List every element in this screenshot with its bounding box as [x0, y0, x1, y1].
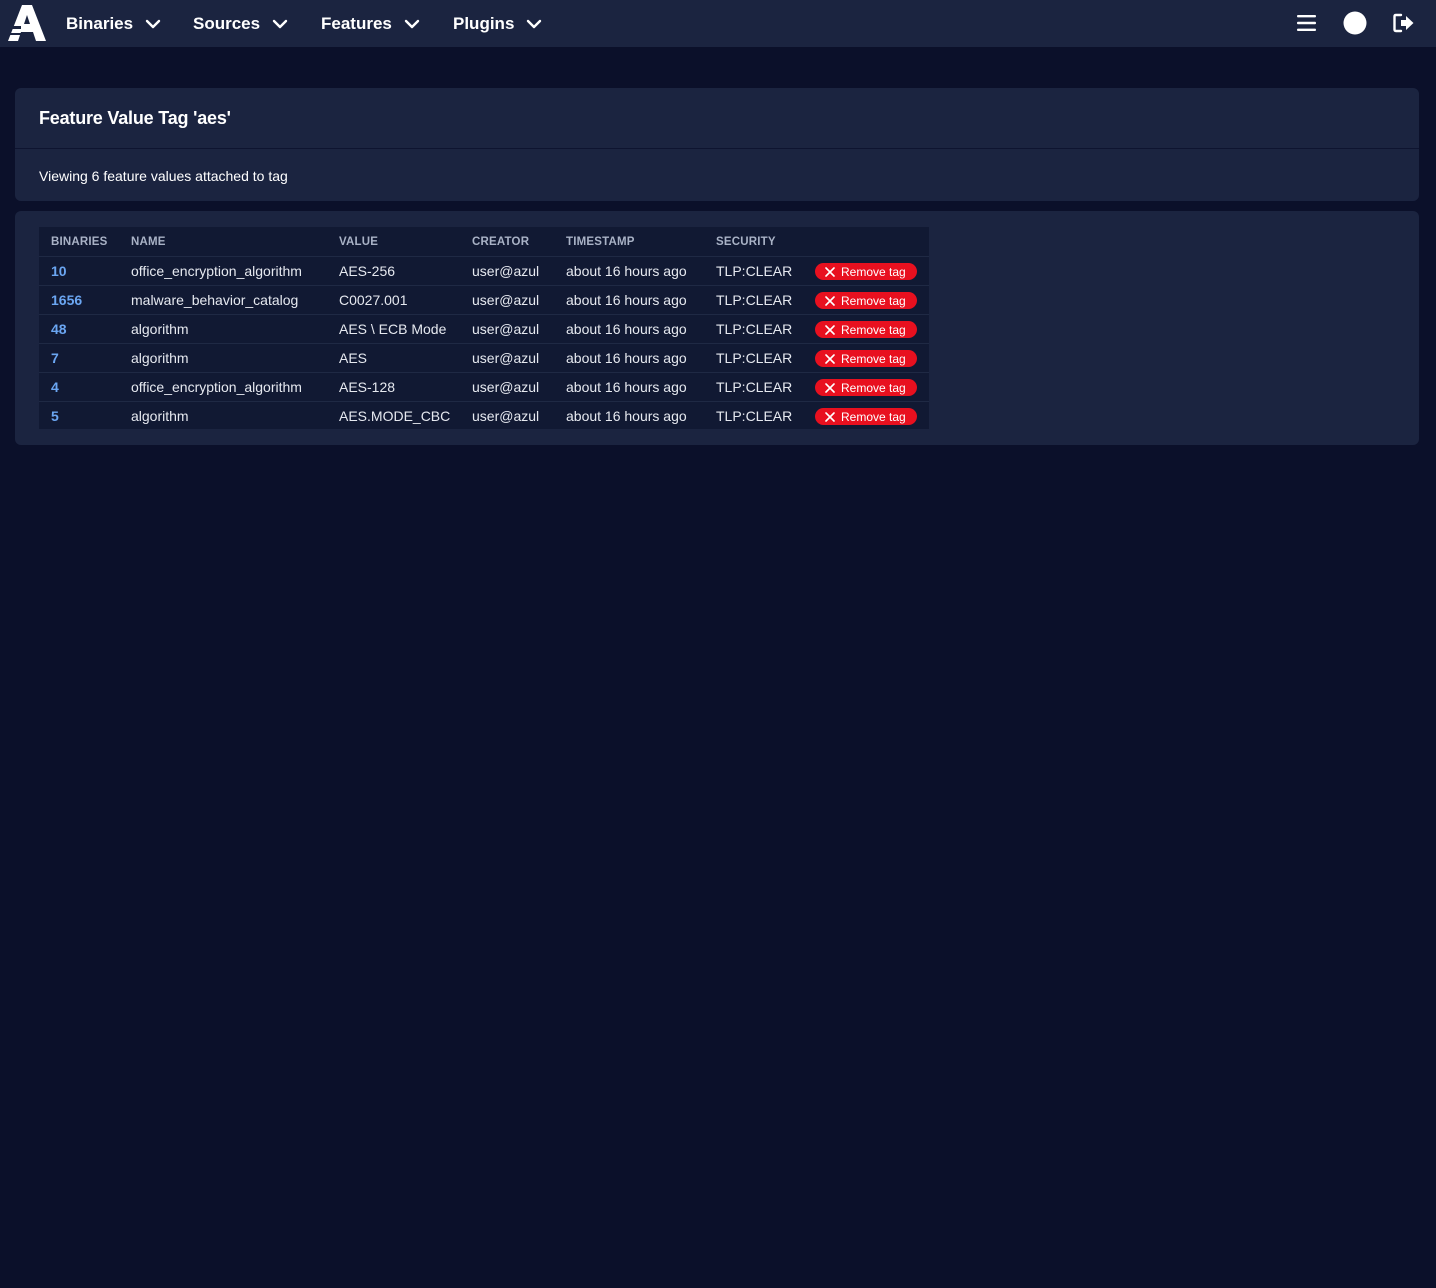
- binaries-count-link[interactable]: 7: [51, 350, 59, 366]
- binaries-count-link[interactable]: 48: [51, 321, 67, 337]
- security-label: TLP:CLEAR: [716, 321, 793, 337]
- header-divider: [15, 148, 1419, 149]
- chevron-down-icon: [404, 19, 420, 28]
- nav-sources[interactable]: Sources: [193, 0, 288, 47]
- feature-value: AES \ ECB Mode: [339, 321, 447, 337]
- feature-value: AES-128: [339, 379, 396, 395]
- timestamp: about 16 hours ago: [566, 379, 687, 395]
- page-title: Feature Value Tag 'aes': [39, 108, 231, 128]
- feature-values-card: BINARIES NAME VALUE CREATOR TIMESTAMP SE…: [15, 211, 1419, 445]
- close-icon: [825, 382, 835, 393]
- tag-header-card: Feature Value Tag 'aes' Viewing 6 featur…: [15, 88, 1419, 201]
- remove-tag-button[interactable]: Remove tag: [815, 292, 917, 309]
- security-label: TLP:CLEAR: [716, 379, 793, 395]
- nav-plugins-label: Plugins: [453, 13, 515, 33]
- remove-tag-button[interactable]: Remove tag: [815, 408, 917, 425]
- table-row: 48 algorithm AES \ ECB Mode user@azul ab…: [39, 314, 929, 343]
- table-row: 7 algorithm AES user@azul about 16 hours…: [39, 343, 929, 372]
- creator: user@azul: [472, 263, 540, 279]
- feature-value: C0027.001: [339, 292, 408, 308]
- timestamp: about 16 hours ago: [566, 292, 687, 308]
- feature-name: office_encryption_algorithm: [131, 379, 302, 395]
- remove-tag-button[interactable]: Remove tag: [815, 350, 917, 367]
- creator: user@azul: [472, 350, 540, 366]
- security-label: TLP:CLEAR: [716, 350, 793, 366]
- feature-value: AES.MODE_CBC: [339, 408, 451, 424]
- top-navbar: Binaries Sources Features Plugins: [0, 0, 1436, 47]
- remove-tag-label: Remove tag: [841, 264, 906, 279]
- nav-features[interactable]: Features: [321, 0, 420, 47]
- binaries-count-link[interactable]: 4: [51, 379, 59, 395]
- user-avatar-icon[interactable]: [1343, 11, 1367, 35]
- azul-logo-icon[interactable]: [7, 4, 47, 42]
- remove-tag-button[interactable]: Remove tag: [815, 321, 917, 338]
- nav-binaries-label: Binaries: [66, 13, 134, 33]
- security-label: TLP:CLEAR: [716, 292, 793, 308]
- timestamp: about 16 hours ago: [566, 321, 687, 337]
- feature-name: malware_behavior_catalog: [131, 292, 299, 308]
- table-header: BINARIES NAME VALUE CREATOR TIMESTAMP SE…: [39, 227, 929, 256]
- remove-tag-button[interactable]: Remove tag: [815, 379, 917, 396]
- security-label: TLP:CLEAR: [716, 263, 793, 279]
- table-row: 10 office_encryption_algorithm AES-256 u…: [39, 256, 929, 285]
- timestamp: about 16 hours ago: [566, 408, 687, 424]
- security-label: TLP:CLEAR: [716, 408, 793, 424]
- column-header-binaries[interactable]: BINARIES: [51, 236, 108, 248]
- remove-tag-label: Remove tag: [841, 351, 906, 366]
- feature-value: AES-256: [339, 263, 396, 279]
- creator: user@azul: [472, 408, 540, 424]
- remove-tag-label: Remove tag: [841, 322, 906, 337]
- menu-icon[interactable]: [1297, 14, 1316, 32]
- binaries-count-link[interactable]: 10: [51, 263, 67, 279]
- remove-tag-button[interactable]: Remove tag: [815, 263, 917, 280]
- binaries-count-link[interactable]: 1656: [51, 292, 82, 308]
- page-subtitle: Viewing 6 feature values attached to tag: [39, 168, 288, 184]
- close-icon: [825, 266, 835, 277]
- chevron-down-icon: [272, 19, 288, 28]
- close-icon: [825, 295, 835, 306]
- nav-binaries[interactable]: Binaries: [66, 0, 161, 47]
- close-icon: [825, 353, 835, 364]
- binaries-count-link[interactable]: 5: [51, 408, 59, 424]
- chevron-down-icon: [527, 19, 542, 28]
- table-row: 1656 malware_behavior_catalog C0027.001 …: [39, 285, 929, 314]
- nav-plugins[interactable]: Plugins: [453, 0, 542, 47]
- timestamp: about 16 hours ago: [566, 263, 687, 279]
- feature-values-table: BINARIES NAME VALUE CREATOR TIMESTAMP SE…: [39, 227, 929, 429]
- column-header-security[interactable]: SECURITY: [716, 236, 776, 248]
- close-icon: [825, 324, 835, 335]
- chevron-down-icon: [145, 19, 161, 28]
- column-header-creator[interactable]: CREATOR: [472, 236, 529, 248]
- feature-name: office_encryption_algorithm: [131, 263, 302, 279]
- remove-tag-label: Remove tag: [841, 409, 906, 424]
- feature-name: algorithm: [131, 321, 189, 337]
- column-header-name[interactable]: NAME: [131, 236, 166, 248]
- column-header-timestamp[interactable]: TIMESTAMP: [566, 236, 635, 248]
- close-icon: [825, 411, 835, 422]
- feature-name: algorithm: [131, 408, 189, 424]
- creator: user@azul: [472, 321, 540, 337]
- table-row: 4 office_encryption_algorithm AES-128 us…: [39, 372, 929, 401]
- timestamp: about 16 hours ago: [566, 350, 687, 366]
- creator: user@azul: [472, 379, 540, 395]
- remove-tag-label: Remove tag: [841, 293, 906, 308]
- creator: user@azul: [472, 292, 540, 308]
- column-header-value[interactable]: VALUE: [339, 236, 378, 248]
- table-row: 5 algorithm AES.MODE_CBC user@azul about…: [39, 401, 929, 430]
- remove-tag-label: Remove tag: [841, 380, 906, 395]
- logout-icon[interactable]: [1393, 13, 1415, 33]
- feature-value: AES: [339, 350, 368, 366]
- feature-name: algorithm: [131, 350, 189, 366]
- nav-features-label: Features: [321, 13, 392, 33]
- nav-sources-label: Sources: [193, 13, 261, 33]
